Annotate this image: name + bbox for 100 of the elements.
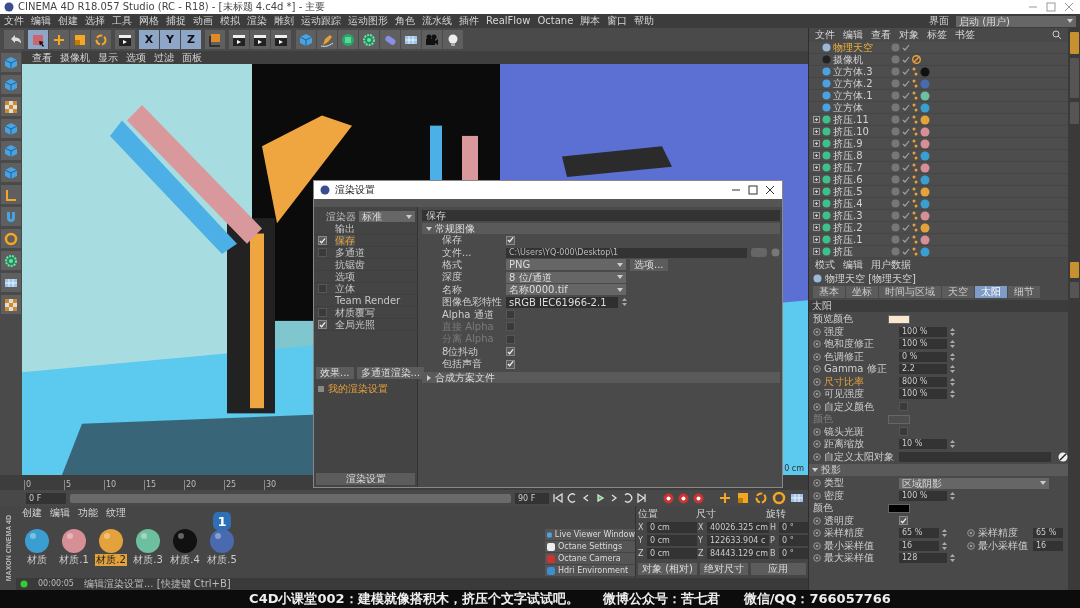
material-tag[interactable]	[920, 235, 930, 244]
settings-list-item[interactable]: 材质覆写	[335, 307, 375, 318]
panel-tab[interactable]	[1069, 262, 1079, 278]
menu-item[interactable]: 运动图形	[348, 15, 388, 27]
axis-lock-button[interactable]: Y	[160, 30, 180, 49]
size-field[interactable]: 40026.325 cm	[707, 522, 769, 533]
material-name[interactable]: 材质.4	[169, 554, 201, 566]
viewport-menu-item[interactable]: 过滤	[154, 51, 174, 64]
menu-item[interactable]: 插件	[459, 15, 479, 27]
settings-list-item[interactable]: 保存	[335, 235, 355, 246]
menu-item[interactable]: 捕捉	[166, 15, 186, 27]
end-frame-field[interactable]: 90 F	[515, 492, 549, 504]
settings-list-item[interactable]: 全局光照	[335, 319, 375, 330]
menu-item[interactable]: 工具	[112, 15, 132, 27]
format-dropdown[interactable]: PNG	[506, 259, 626, 271]
viewport-menu-item[interactable]: 查看	[32, 51, 52, 64]
rotation-field[interactable]: 0 °	[779, 522, 809, 533]
tab[interactable]: 天空	[942, 286, 974, 298]
type-dropdown[interactable]: 区域阴影	[899, 477, 1049, 489]
menu-item[interactable]: Octane	[537, 15, 574, 27]
size-field[interactable]: 84443.129 cm	[707, 548, 769, 559]
number-field[interactable]: 800 %	[899, 376, 947, 387]
item-checkbox[interactable]	[318, 308, 327, 317]
checkbox[interactable]	[506, 347, 515, 357]
attribute-menu-item[interactable]: 模式	[815, 259, 835, 271]
checkbox[interactable]	[506, 235, 515, 245]
number-field[interactable]: 128	[899, 553, 947, 564]
viewport-menu-item[interactable]: 摄像机	[60, 51, 90, 64]
object-name[interactable]: 挤压.3	[833, 210, 889, 221]
material-tag[interactable]	[920, 187, 930, 196]
viewport-menu-item[interactable]: 显示	[98, 51, 118, 64]
attribute-menu-item[interactable]: 用户数据	[871, 259, 911, 271]
tool-button[interactable]	[229, 30, 249, 49]
material-tag[interactable]	[920, 115, 930, 124]
section-header[interactable]: 合成方案文件	[422, 372, 780, 384]
number-field[interactable]: 10 %	[899, 439, 947, 450]
position-field[interactable]: 0 cm	[647, 522, 697, 533]
material-preview[interactable]	[173, 529, 197, 553]
object-name[interactable]: 挤压.6	[833, 174, 889, 185]
material-name[interactable]: 材质.2	[95, 554, 127, 566]
item-checkbox[interactable]	[318, 236, 327, 245]
tool-button[interactable]	[271, 30, 291, 49]
object-name[interactable]: 挤压.11	[833, 114, 889, 125]
material-preview[interactable]	[99, 529, 123, 553]
size-mode-dropdown[interactable]: 绝对尺寸	[700, 563, 748, 575]
menu-item[interactable]: 渲染	[247, 15, 267, 27]
position-field[interactable]: 0 cm	[647, 548, 697, 559]
axis-lock-button[interactable]: Z	[181, 30, 201, 49]
tab[interactable]: 坐标	[846, 286, 878, 298]
object-name[interactable]: 立方体.3	[833, 66, 889, 77]
viewport-menu-item[interactable]: 选项	[126, 51, 146, 64]
object-name[interactable]: 物理天空	[833, 42, 889, 53]
color-swatch[interactable]	[888, 503, 910, 513]
object-name[interactable]: 摄像机	[833, 54, 889, 65]
object-name[interactable]: 挤压.2	[833, 222, 889, 233]
number-field[interactable]: 100 %	[899, 490, 947, 501]
object-menu-item[interactable]: 文件	[815, 29, 835, 41]
format-dropdown[interactable]: 名称0000.tif	[506, 284, 626, 296]
checkbox[interactable]	[506, 310, 515, 320]
object-name[interactable]: 挤压.10	[833, 126, 889, 137]
tab[interactable]: 基本	[813, 286, 845, 298]
menu-item[interactable]: 模拟	[220, 15, 240, 27]
settings-list-item[interactable]: 多通道	[335, 247, 365, 258]
size-field[interactable]: 122633.904 c	[707, 535, 769, 546]
axis-lock-button[interactable]: X	[139, 30, 159, 49]
number-field[interactable]: 16	[1033, 540, 1063, 551]
object-name[interactable]: 挤压.9	[833, 138, 889, 149]
checkbox[interactable]	[899, 402, 908, 412]
material-name[interactable]: 材质.5	[206, 554, 238, 566]
object-name[interactable]: 挤压	[833, 246, 889, 257]
section-header[interactable]: 常规图像	[422, 223, 780, 234]
coordinate-mode-dropdown[interactable]: 对象 (相对)	[638, 563, 697, 575]
object-name[interactable]: 立方体	[833, 102, 889, 113]
material-name[interactable]: 材质.1	[58, 554, 90, 566]
object-name[interactable]: 挤压.4	[833, 198, 889, 209]
object-menu-item[interactable]: 对象	[899, 29, 919, 41]
render-settings-button[interactable]: 渲染设置	[316, 473, 415, 485]
object-name[interactable]: 立方体.1	[833, 90, 889, 101]
menu-item[interactable]: 创建	[58, 15, 78, 27]
menu-item[interactable]: 编辑	[31, 15, 51, 27]
object-name[interactable]: 挤压.7	[833, 162, 889, 173]
material-tag[interactable]	[920, 139, 930, 148]
checkbox[interactable]	[899, 427, 908, 437]
material-menu-item[interactable]: 创建	[22, 507, 42, 519]
color-profile-field[interactable]: sRGB IEC61966-2.1	[506, 296, 618, 308]
material-name[interactable]: 材质.3	[132, 554, 164, 566]
checkbox[interactable]	[506, 359, 515, 369]
apply-button[interactable]: 应用	[751, 563, 806, 575]
settings-list-item[interactable]: 输出	[335, 223, 355, 234]
settings-list-item[interactable]: Team Render	[335, 295, 401, 306]
material-tag[interactable]	[920, 151, 930, 160]
menu-item[interactable]: 动画	[193, 15, 213, 27]
number-field[interactable]: 16	[899, 540, 939, 551]
preset-item[interactable]: 我的渲染设置	[328, 383, 388, 395]
material-tag[interactable]	[920, 127, 930, 136]
format-dropdown[interactable]: 8 位/通道	[506, 271, 626, 283]
menu-item[interactable]: 选择	[85, 15, 105, 27]
object-menu-item[interactable]: 编辑	[843, 29, 863, 41]
material-tag[interactable]	[920, 199, 930, 208]
menu-item[interactable]: 流水线	[422, 15, 452, 27]
